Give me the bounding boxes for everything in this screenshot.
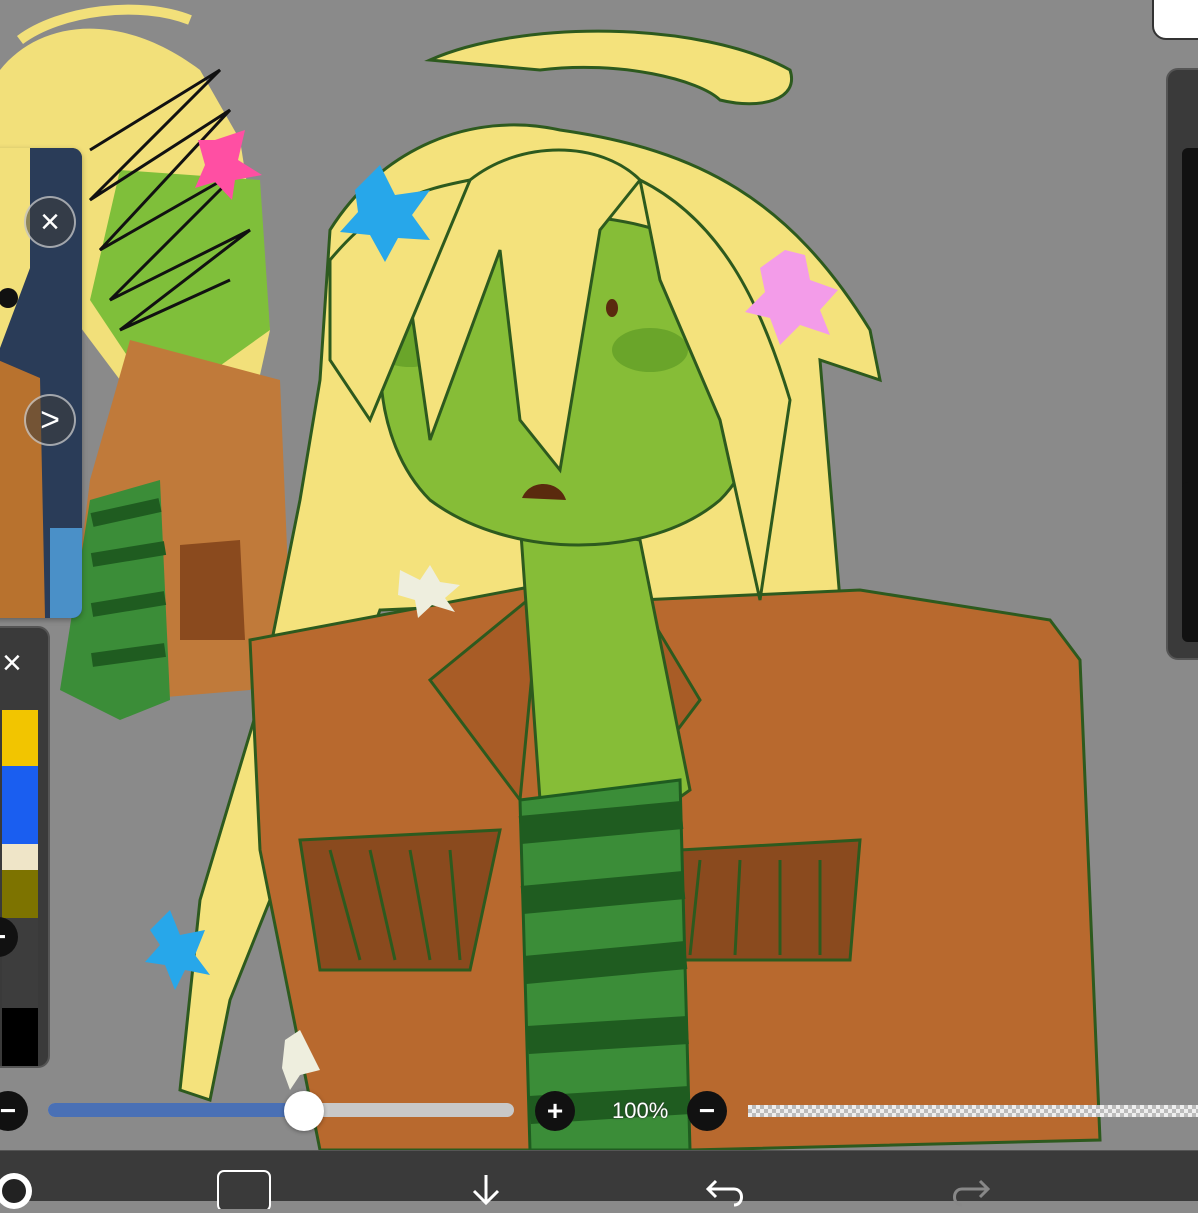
minus-icon: − [0,1095,17,1126]
layer-preview[interactable] [1182,482,1198,642]
color-swatch[interactable] [2,710,38,766]
reference-window[interactable]: × > [0,148,82,618]
opacity-value: 100% [612,1098,669,1123]
color-history-close-button[interactable]: × [2,646,22,680]
minus-icon: − [0,923,6,951]
close-icon: × [40,203,60,241]
reference-close-button[interactable]: × [24,196,76,248]
opacity-minus-button[interactable]: − [687,1091,727,1131]
color-swatch[interactable] [2,766,38,844]
plus-icon: + [546,1095,564,1126]
undo-icon[interactable] [704,1175,748,1211]
color-history-panel: × [0,626,50,1068]
brush-size-fill [48,1103,305,1117]
color-swatch[interactable] [2,870,38,918]
layer-panel [1166,68,1198,660]
drawing-canvas[interactable] [0,0,1198,1200]
close-icon: × [2,644,22,682]
menu-button[interactable] [1152,0,1198,40]
main-figure [145,29,1102,1152]
reference-next-button[interactable]: > [24,394,76,446]
brush-icon[interactable] [0,1169,36,1213]
color-swatch[interactable] [2,844,38,870]
brush-size-plus-button[interactable]: + [535,1091,575,1131]
bottom-toolbar [0,1150,1198,1209]
minus-icon: − [698,1095,716,1126]
color-swatch[interactable] [2,1008,38,1066]
brush-size-slider[interactable] [48,1103,514,1117]
chevron-right-icon: > [40,401,60,439]
opacity-slider[interactable] [748,1105,1198,1117]
download-arrow-icon[interactable] [466,1173,506,1213]
redo-icon[interactable] [948,1175,992,1211]
color-square-icon[interactable] [216,1169,272,1209]
